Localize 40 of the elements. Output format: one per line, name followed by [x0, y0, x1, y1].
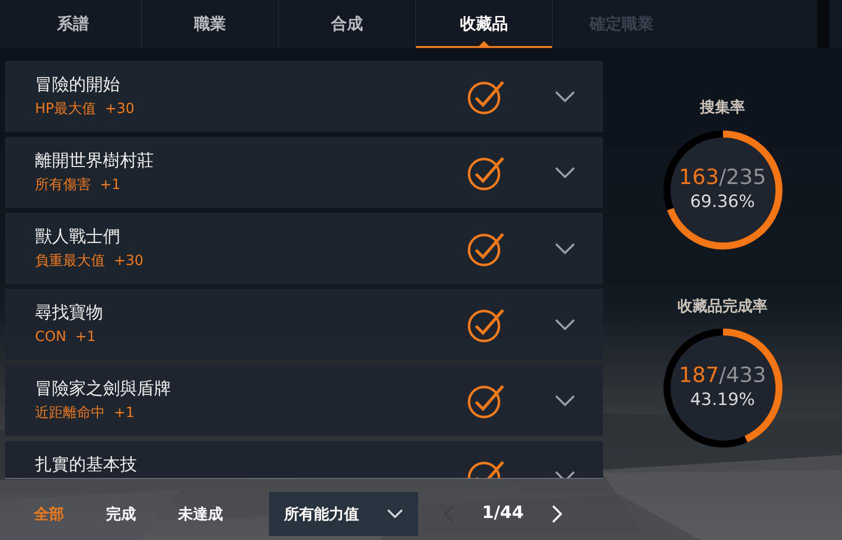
collection-title: 扎實的基本技: [35, 454, 138, 477]
tab[interactable]: 合成: [279, 0, 416, 48]
collection-reward: HP最大值 +30: [35, 100, 136, 119]
collection-row[interactable]: 冒險的開始 HP最大值 +30: [5, 61, 603, 132]
chevron-down-icon[interactable]: [555, 166, 575, 178]
collection-title: 冒險的開始: [35, 74, 121, 97]
stat-title: 收藏品完成率: [678, 296, 768, 316]
stat-title: 搜集率: [700, 97, 745, 118]
tab[interactable]: 系譜: [5, 0, 142, 48]
chevron-down-icon[interactable]: [555, 318, 575, 330]
tab[interactable]: 收藏品: [416, 0, 553, 48]
chevron-down-icon[interactable]: [555, 394, 575, 406]
total-count: /235: [718, 164, 766, 190]
collection-reward: 負重最大值 +30: [35, 252, 144, 271]
chevron-down-icon[interactable]: [555, 242, 575, 254]
collected-count: 187: [678, 362, 719, 388]
collection-row[interactable]: 冒險家之劍與盾牌 近距離命中 +1: [5, 365, 603, 436]
filter-tab[interactable]: 完成: [92, 502, 150, 526]
collection-row[interactable]: 獸人戰士們 負重最大值 +30: [5, 213, 603, 284]
collection-row[interactable]: 扎實的基本技: [5, 441, 603, 478]
percentage: 69.36%: [690, 190, 755, 214]
collection-title: 尋找寶物: [35, 302, 104, 325]
chevron-down-icon: [387, 509, 403, 519]
collection-reward: 近距離命中 +1: [35, 404, 136, 423]
total-count: /433: [718, 362, 766, 388]
collection-title: 獸人戰士們: [35, 226, 121, 249]
chevron-down-icon[interactable]: [555, 90, 575, 102]
stat-dropdown[interactable]: 所有能力值: [269, 492, 418, 536]
filter-tab[interactable]: 未達成: [164, 502, 237, 526]
collection-row[interactable]: 尋找寶物 CON +1: [5, 289, 603, 360]
next-page-icon[interactable]: [552, 505, 562, 523]
collection-row[interactable]: 離開世界樹村莊 所有傷害 +1: [5, 137, 603, 208]
percentage: 43.19%: [690, 389, 755, 412]
page-indicator: 1/44: [482, 502, 524, 526]
collection-reward: CON +1: [35, 328, 97, 347]
tab[interactable]: 職業: [142, 0, 279, 48]
collection-title: 離開世界樹村莊: [35, 150, 155, 173]
collected-count: 163: [678, 164, 719, 190]
collection-title: 冒險家之劍與盾牌: [35, 378, 172, 401]
collection-reward: 所有傷害 +1: [35, 176, 122, 195]
